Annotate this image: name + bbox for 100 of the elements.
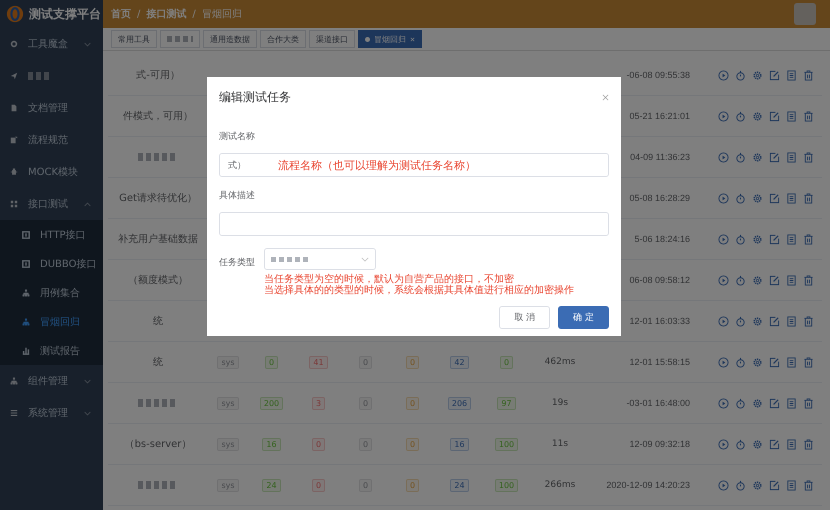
play-icon[interactable] (718, 316, 729, 326)
edit-icon[interactable] (769, 398, 780, 408)
trash-icon[interactable] (803, 234, 814, 244)
field-label: 测试名称 (219, 130, 256, 143)
play-icon[interactable] (718, 274, 729, 286)
sidebar-item[interactable]: 工具魔盒 (0, 28, 103, 60)
play-icon[interactable] (718, 110, 729, 122)
stopwatch-icon[interactable] (735, 70, 746, 80)
settings-icon[interactable] (752, 438, 763, 450)
play-icon[interactable] (718, 234, 729, 244)
document-icon[interactable] (786, 438, 797, 450)
close-icon[interactable] (602, 94, 609, 101)
box-icon (22, 230, 30, 238)
trash-icon[interactable] (803, 274, 814, 286)
edit-icon[interactable] (769, 110, 780, 122)
edit-icon[interactable] (769, 480, 780, 490)
breadcrumb-item[interactable]: 接口测试 (146, 7, 186, 21)
settings-icon[interactable] (752, 316, 763, 326)
submenu-item[interactable]: 冒烟回归 (0, 307, 103, 336)
play-icon[interactable] (718, 438, 729, 450)
sidebar-item[interactable]: MOCK模块 (0, 156, 103, 188)
tab[interactable]: 合作大类 (260, 30, 306, 48)
submenu-item[interactable]: DUBBO接口 (0, 249, 103, 278)
stopwatch-icon[interactable] (735, 110, 746, 122)
timestamp: 04-09 11:36:23 (630, 152, 690, 162)
tab[interactable]: 常用工具 (111, 30, 157, 48)
select-field[interactable] (264, 248, 376, 270)
stopwatch-icon[interactable] (735, 356, 746, 368)
trash-icon[interactable] (803, 356, 814, 368)
stopwatch-icon[interactable] (735, 274, 746, 286)
stopwatch-icon[interactable] (735, 398, 746, 408)
trash-icon[interactable] (803, 110, 814, 122)
stopwatch-icon[interactable] (735, 234, 746, 244)
document-icon[interactable] (786, 192, 797, 204)
settings-icon[interactable] (752, 192, 763, 204)
trash-icon[interactable] (803, 438, 814, 450)
plane-icon (10, 72, 18, 80)
document-icon[interactable] (786, 398, 797, 408)
stopwatch-icon[interactable] (735, 152, 746, 162)
sidebar-item[interactable]: 流程规范 (0, 124, 103, 156)
trash-icon[interactable] (803, 316, 814, 326)
edit-icon[interactable] (769, 152, 780, 162)
edit-icon[interactable] (769, 192, 780, 204)
tab[interactable] (160, 30, 200, 48)
edit-icon[interactable] (769, 438, 780, 450)
submenu-item[interactable]: 测试报告 (0, 336, 103, 365)
document-icon[interactable] (786, 316, 797, 326)
play-icon[interactable] (718, 480, 729, 490)
stopwatch-icon[interactable] (735, 480, 746, 490)
edit-icon[interactable] (769, 70, 780, 80)
stopwatch-icon[interactable] (735, 438, 746, 450)
document-icon[interactable] (786, 70, 797, 80)
settings-icon[interactable] (752, 70, 763, 80)
document-icon[interactable] (786, 356, 797, 368)
sidebar-item[interactable]: 文档管理 (0, 92, 103, 124)
sidebar-item[interactable]: 组件管理 (0, 365, 103, 397)
play-icon[interactable] (718, 152, 729, 162)
confirm-button[interactable]: 确 定 (558, 306, 609, 329)
trash-icon[interactable] (803, 70, 814, 80)
cancel-button[interactable]: 取 消 (499, 306, 550, 329)
timestamp: 05-08 16:28:29 (629, 193, 690, 203)
trash-icon[interactable] (803, 192, 814, 204)
document-icon[interactable] (786, 480, 797, 490)
trash-icon[interactable] (803, 398, 814, 408)
text-field[interactable] (219, 212, 609, 236)
settings-icon[interactable] (752, 110, 763, 122)
breadcrumb-item[interactable]: 首页 (111, 7, 131, 21)
settings-icon[interactable] (752, 356, 763, 368)
document-icon[interactable] (786, 152, 797, 162)
submenu-item[interactable]: HTTP接口 (0, 220, 103, 249)
trash-icon[interactable] (803, 480, 814, 490)
tab[interactable]: 冒烟回归 (358, 30, 422, 48)
settings-icon[interactable] (752, 152, 763, 162)
text-field[interactable]: 式） 流程名称（也可以理解为测试任务名称） (219, 153, 609, 177)
edit-icon[interactable] (769, 356, 780, 368)
play-icon[interactable] (718, 398, 729, 408)
tab[interactable]: 渠道接口 (309, 30, 355, 48)
document-icon[interactable] (786, 274, 797, 286)
tab[interactable]: 通用造数据 (203, 30, 257, 48)
trash-icon[interactable] (803, 152, 814, 162)
submenu-item[interactable]: 用例集合 (0, 278, 103, 307)
settings-icon[interactable] (752, 274, 763, 286)
task-name: Get请求待优化） (119, 192, 197, 204)
edit-icon[interactable] (769, 274, 780, 286)
settings-icon[interactable] (752, 398, 763, 408)
sidebar-label: 组件管理 (28, 375, 68, 388)
document-icon[interactable] (786, 110, 797, 122)
sidebar-item[interactable]: 系统管理 (0, 397, 103, 429)
edit-icon[interactable] (769, 234, 780, 244)
count-badge: 97 (497, 396, 516, 410)
settings-icon[interactable] (752, 480, 763, 490)
play-icon[interactable] (718, 356, 729, 368)
document-icon[interactable] (786, 234, 797, 244)
play-icon[interactable] (718, 70, 729, 80)
edit-icon[interactable] (769, 316, 780, 326)
settings-icon[interactable] (752, 234, 763, 244)
stopwatch-icon[interactable] (735, 316, 746, 326)
play-icon[interactable] (718, 192, 729, 204)
sidebar-item[interactable]: 接口测试 (0, 188, 103, 220)
stopwatch-icon[interactable] (735, 192, 746, 204)
